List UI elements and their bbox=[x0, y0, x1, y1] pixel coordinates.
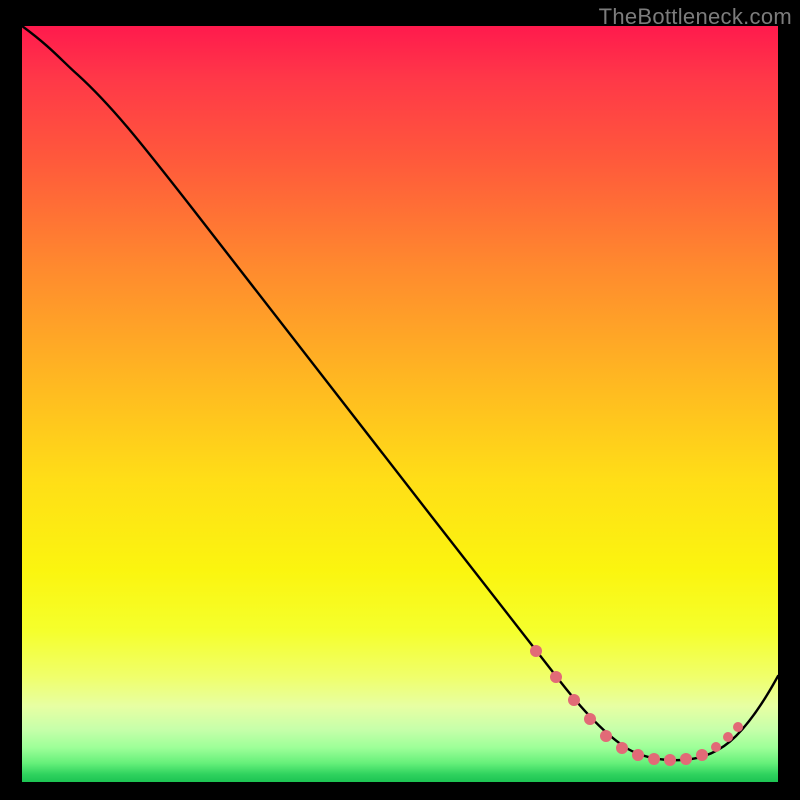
marker-dot bbox=[680, 753, 692, 765]
marker-dot bbox=[568, 694, 580, 706]
chart-svg bbox=[22, 26, 778, 782]
marker-dot bbox=[550, 671, 562, 683]
marker-dot bbox=[600, 730, 612, 742]
marker-group bbox=[530, 645, 743, 766]
plot-area bbox=[22, 26, 778, 782]
marker-dot bbox=[530, 645, 542, 657]
marker-dot bbox=[632, 749, 644, 761]
marker-dot bbox=[723, 732, 733, 742]
marker-dot bbox=[733, 722, 743, 732]
curve-path bbox=[22, 26, 778, 760]
chart-frame: TheBottleneck.com bbox=[0, 0, 800, 800]
marker-dot bbox=[696, 749, 708, 761]
marker-dot bbox=[648, 753, 660, 765]
marker-dot bbox=[711, 742, 721, 752]
marker-dot bbox=[584, 713, 596, 725]
marker-dot bbox=[616, 742, 628, 754]
marker-dot bbox=[664, 754, 676, 766]
